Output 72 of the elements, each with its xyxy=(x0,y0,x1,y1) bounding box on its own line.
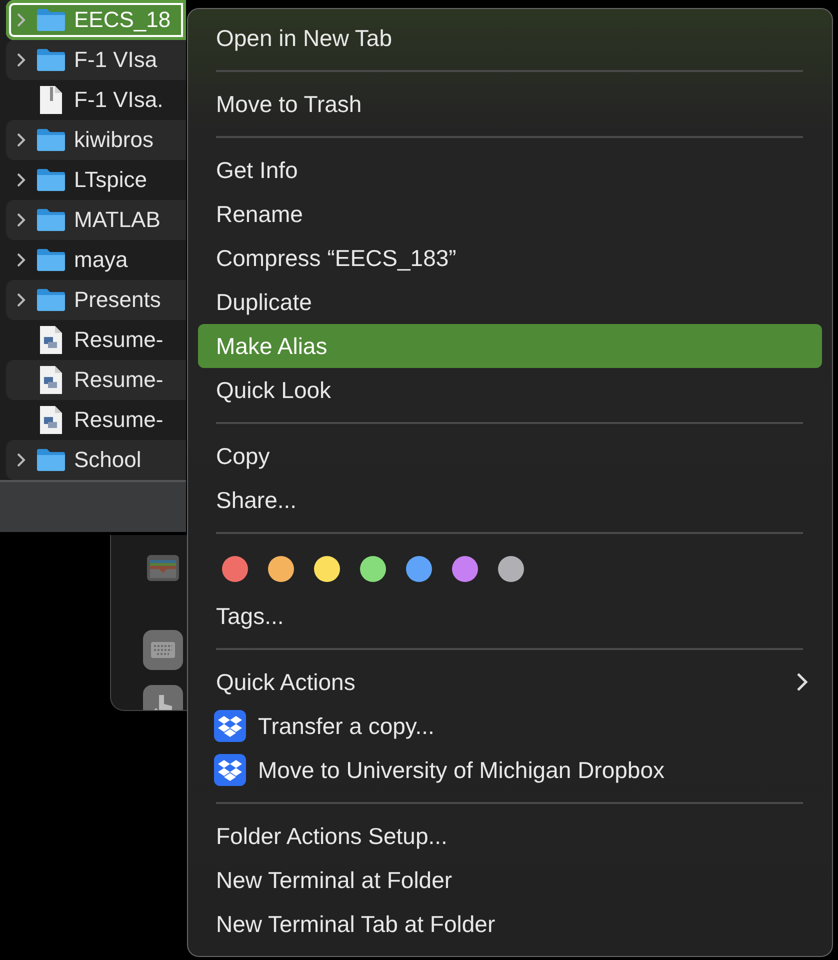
file-row[interactable]: EECS_18 xyxy=(6,0,186,40)
folder-icon xyxy=(36,8,66,32)
file-row[interactable]: Resume- xyxy=(6,400,186,440)
dropbox-icon xyxy=(214,754,246,786)
document-icon xyxy=(39,325,63,355)
menu-item[interactable]: Rename xyxy=(198,192,822,236)
menu-item[interactable]: Quick Actions xyxy=(198,660,822,704)
tag-color-dot[interactable] xyxy=(452,556,478,582)
file-row[interactable]: maya xyxy=(6,240,186,280)
file-name: LTspice xyxy=(74,167,147,193)
menu-item[interactable]: Open in New Tab xyxy=(198,16,822,60)
tag-color-dot[interactable] xyxy=(498,556,524,582)
tag-color-dot[interactable] xyxy=(314,556,340,582)
menu-item[interactable]: New Terminal Tab at Folder xyxy=(198,902,822,946)
zip-file-icon xyxy=(39,85,63,115)
tag-color-dot[interactable] xyxy=(406,556,432,582)
tag-color-dot[interactable] xyxy=(268,556,294,582)
tag-color-dot[interactable] xyxy=(222,556,248,582)
document-icon xyxy=(39,405,63,435)
keyboard-icon xyxy=(143,630,183,670)
menu-item[interactable]: Make Alias xyxy=(198,324,822,368)
menu-item[interactable]: Transfer a copy... xyxy=(198,704,822,748)
file-row[interactable]: Presents xyxy=(6,280,186,320)
folder-icon xyxy=(36,208,66,232)
file-name: Resume- xyxy=(74,367,164,393)
file-name: kiwibros xyxy=(74,127,154,153)
file-row[interactable]: kiwibros xyxy=(6,120,186,160)
chevron-right-icon[interactable] xyxy=(16,52,26,68)
menu-item[interactable]: Duplicate xyxy=(198,280,822,324)
chevron-right-icon[interactable] xyxy=(16,292,26,308)
file-row[interactable]: School xyxy=(6,440,186,480)
menu-item[interactable]: Folder Actions Setup... xyxy=(198,814,822,858)
file-name: Resume- xyxy=(74,407,164,433)
file-row[interactable]: Resume- xyxy=(6,360,186,400)
folder-icon xyxy=(36,448,66,472)
folder-icon xyxy=(36,128,66,152)
file-row[interactable]: LTspice xyxy=(6,160,186,200)
document-icon xyxy=(39,365,63,395)
folder-icon xyxy=(36,48,66,72)
file-row[interactable]: MATLAB xyxy=(6,200,186,240)
chevron-right-icon[interactable] xyxy=(16,452,26,468)
file-name: Presents xyxy=(74,287,161,313)
chevron-right-icon xyxy=(796,672,808,692)
chevron-right-icon[interactable] xyxy=(16,172,26,188)
chevron-right-icon[interactable] xyxy=(16,132,26,148)
menu-item[interactable]: Get Info xyxy=(198,148,822,192)
menu-item[interactable]: Copy xyxy=(198,434,822,478)
folder-icon xyxy=(36,288,66,312)
menu-item[interactable]: Share... xyxy=(198,478,822,522)
file-name: Resume- xyxy=(74,327,164,353)
file-name: F-1 VIsa xyxy=(74,47,158,73)
file-row[interactable]: F-1 VIsa. xyxy=(6,80,186,120)
tag-color-dot[interactable] xyxy=(360,556,386,582)
folder-icon xyxy=(36,248,66,272)
file-name: MATLAB xyxy=(74,207,160,233)
chevron-right-icon[interactable] xyxy=(16,252,26,268)
file-name: F-1 VIsa. xyxy=(74,87,164,113)
menu-item[interactable]: Compress “EECS_183” xyxy=(198,236,822,280)
wallet-icon xyxy=(147,555,179,581)
file-row[interactable]: F-1 VIsa xyxy=(6,40,186,80)
menu-item[interactable]: Tags... xyxy=(198,594,822,638)
folder-icon xyxy=(36,168,66,192)
file-row[interactable]: Resume- xyxy=(6,320,186,360)
dropbox-icon xyxy=(214,710,246,742)
menu-item[interactable]: New Terminal at Folder xyxy=(198,858,822,902)
chevron-right-icon[interactable] xyxy=(16,212,26,228)
file-name: School xyxy=(74,447,142,473)
menu-item[interactable]: Move to University of Michigan Dropbox xyxy=(198,748,822,792)
file-name: maya xyxy=(74,247,128,273)
menu-item[interactable]: Move to Trash xyxy=(198,82,822,126)
file-name: EECS_18 xyxy=(74,7,171,33)
menu-item[interactable]: Quick Look xyxy=(198,368,822,412)
